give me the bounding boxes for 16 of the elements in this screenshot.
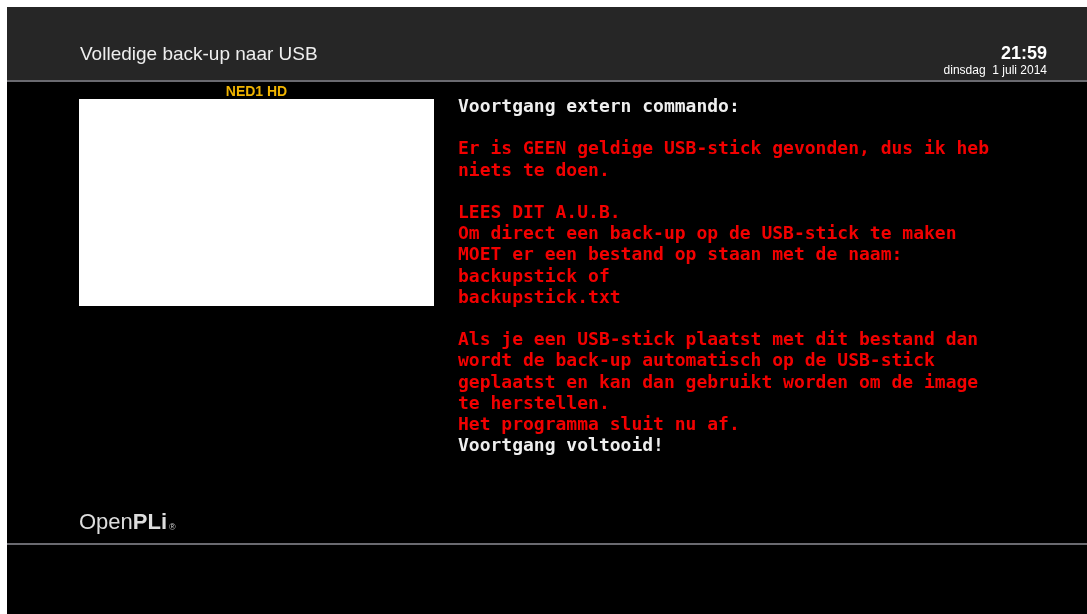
clock-date: dinsdag 1 juli 2014 [943, 63, 1047, 77]
error-message: backupstick of [458, 264, 611, 286]
error-message: LEES DIT A.U.B. [458, 201, 622, 223]
screen-title: Volledige back-up naar USB [80, 43, 318, 65]
clock-time: 21:59 [1000, 43, 1047, 63]
console-line: Voortgang voltooid! [458, 434, 665, 456]
error-message: MOET er een bestand op staan met de naam: [458, 243, 904, 265]
error-message: Als je een USB-stick plaatst met dit bestand dan wordt de back-up automatisch op de USB-stick geplaatst en kan dan gebruikt worden om de image te herstellen. [458, 328, 980, 413]
error-message: backupstick.txt [458, 285, 622, 307]
registered-mark: ® [169, 522, 176, 532]
console-line: Voortgang extern commando: [458, 95, 741, 117]
error-message: Het programma sluit nu af. [458, 413, 741, 435]
error-message: Om direct een back-up op de USB-stick te maken [458, 222, 958, 244]
logo: OpenPLi [79, 509, 168, 535]
channel-name: NED1 HD [225, 83, 288, 99]
error-message: Er is GEEN geldige USB-stick gevonden, dus ik heb niets te doen. [458, 137, 990, 180]
